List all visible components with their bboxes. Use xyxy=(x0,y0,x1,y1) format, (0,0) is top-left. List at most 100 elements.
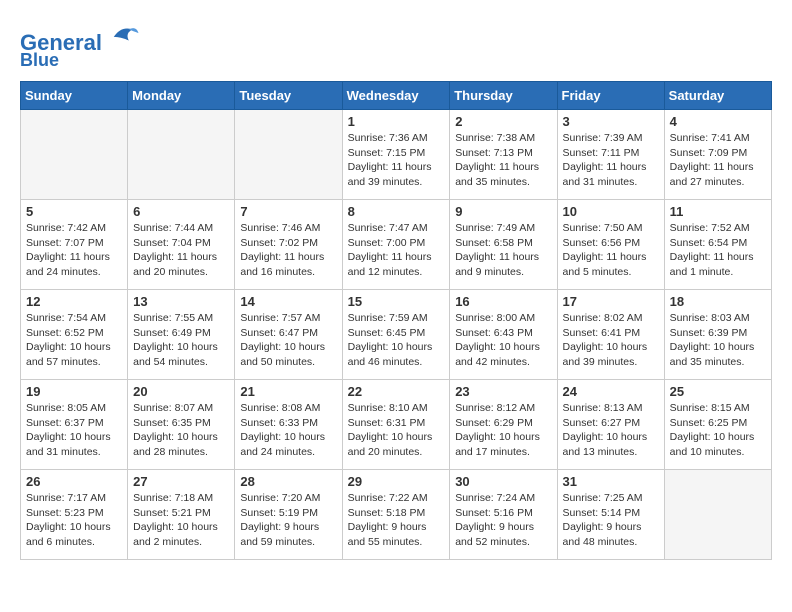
calendar-week-4: 19 Sunrise: 8:05 AM Sunset: 6:37 PM Dayli… xyxy=(21,379,772,469)
day-number: 24 xyxy=(563,384,659,399)
calendar-cell: 12 Sunrise: 7:54 AM Sunset: 6:52 PM Dayli… xyxy=(21,289,128,379)
day-info: Sunrise: 8:13 AM Sunset: 6:27 PM Dayligh… xyxy=(563,401,659,460)
calendar-cell: 9Sunrise: 7:49 AM Sunset: 6:58 PM Daylig… xyxy=(450,199,557,289)
weekday-header-wednesday: Wednesday xyxy=(342,81,450,109)
day-number: 1 xyxy=(348,114,445,129)
day-info: Sunrise: 7:18 AM Sunset: 5:21 PM Dayligh… xyxy=(133,491,229,550)
calendar-cell: 28 Sunrise: 7:20 AM Sunset: 5:19 PM Dayli… xyxy=(235,469,342,559)
weekday-header-thursday: Thursday xyxy=(450,81,557,109)
day-info: Sunrise: 7:38 AM Sunset: 7:13 PM Dayligh… xyxy=(455,131,551,190)
day-number: 15 xyxy=(348,294,445,309)
day-info: Sunrise: 7:41 AM Sunset: 7:09 PM Dayligh… xyxy=(670,131,766,190)
day-info: Sunrise: 7:52 AM Sunset: 6:54 PM Dayligh… xyxy=(670,221,766,280)
day-number: 21 xyxy=(240,384,336,399)
calendar-header-row: SundayMondayTuesdayWednesdayThursdayFrid… xyxy=(21,81,772,109)
day-number: 12 xyxy=(26,294,122,309)
day-info: Sunrise: 7:39 AM Sunset: 7:11 PM Dayligh… xyxy=(563,131,659,190)
day-info: Sunrise: 7:20 AM Sunset: 5:19 PM Dayligh… xyxy=(240,491,336,550)
day-number: 8 xyxy=(348,204,445,219)
calendar-cell: 29 Sunrise: 7:22 AM Sunset: 5:18 PM Dayli… xyxy=(342,469,450,559)
calendar-cell: 19 Sunrise: 8:05 AM Sunset: 6:37 PM Dayli… xyxy=(21,379,128,469)
day-info: Sunrise: 8:08 AM Sunset: 6:33 PM Dayligh… xyxy=(240,401,336,460)
day-info: Sunrise: 8:15 AM Sunset: 6:25 PM Dayligh… xyxy=(670,401,766,460)
calendar-cell: 20Sunrise: 8:07 AM Sunset: 6:35 PM Dayli… xyxy=(128,379,235,469)
calendar-cell: 2 Sunrise: 7:38 AM Sunset: 7:13 PM Daylig… xyxy=(450,109,557,199)
day-number: 4 xyxy=(670,114,766,129)
calendar-cell: 10 Sunrise: 7:50 AM Sunset: 6:56 PM Dayli… xyxy=(557,199,664,289)
weekday-header-friday: Friday xyxy=(557,81,664,109)
day-info: Sunrise: 8:12 AM Sunset: 6:29 PM Dayligh… xyxy=(455,401,551,460)
day-number: 6 xyxy=(133,204,229,219)
day-number: 16 xyxy=(455,294,551,309)
day-info: Sunrise: 8:10 AM Sunset: 6:31 PM Dayligh… xyxy=(348,401,445,460)
day-number: 17 xyxy=(563,294,659,309)
calendar-cell: 16 Sunrise: 8:00 AM Sunset: 6:43 PM Dayli… xyxy=(450,289,557,379)
weekday-header-sunday: Sunday xyxy=(21,81,128,109)
calendar-cell: 24 Sunrise: 8:13 AM Sunset: 6:27 PM Dayli… xyxy=(557,379,664,469)
day-number: 2 xyxy=(455,114,551,129)
day-info: Sunrise: 7:49 AM Sunset: 6:58 PM Dayligh… xyxy=(455,221,551,280)
weekday-header-saturday: Saturday xyxy=(664,81,771,109)
calendar-cell xyxy=(235,109,342,199)
day-info: Sunrise: 8:00 AM Sunset: 6:43 PM Dayligh… xyxy=(455,311,551,370)
calendar-body: 1 Sunrise: 7:36 AM Sunset: 7:15 PM Daylig… xyxy=(21,109,772,559)
calendar-cell: 23 Sunrise: 8:12 AM Sunset: 6:29 PM Dayli… xyxy=(450,379,557,469)
weekday-header-tuesday: Tuesday xyxy=(235,81,342,109)
calendar-cell: 5Sunrise: 7:42 AM Sunset: 7:07 PM Daylig… xyxy=(21,199,128,289)
calendar-cell: 18 Sunrise: 8:03 AM Sunset: 6:39 PM Dayli… xyxy=(664,289,771,379)
calendar-cell: 1 Sunrise: 7:36 AM Sunset: 7:15 PM Daylig… xyxy=(342,109,450,199)
calendar-cell: 6 Sunrise: 7:44 AM Sunset: 7:04 PM Daylig… xyxy=(128,199,235,289)
day-number: 28 xyxy=(240,474,336,489)
day-info: Sunrise: 8:02 AM Sunset: 6:41 PM Dayligh… xyxy=(563,311,659,370)
day-number: 25 xyxy=(670,384,766,399)
calendar-cell: 14Sunrise: 7:57 AM Sunset: 6:47 PM Dayli… xyxy=(235,289,342,379)
day-info: Sunrise: 7:46 AM Sunset: 7:02 PM Dayligh… xyxy=(240,221,336,280)
day-number: 31 xyxy=(563,474,659,489)
calendar-week-5: 26Sunrise: 7:17 AM Sunset: 5:23 PM Dayli… xyxy=(21,469,772,559)
day-number: 18 xyxy=(670,294,766,309)
logo: General Blue xyxy=(20,20,140,71)
calendar-cell: 4 Sunrise: 7:41 AM Sunset: 7:09 PM Daylig… xyxy=(664,109,771,199)
calendar-cell: 7 Sunrise: 7:46 AM Sunset: 7:02 PM Daylig… xyxy=(235,199,342,289)
day-number: 10 xyxy=(563,204,659,219)
day-info: Sunrise: 7:47 AM Sunset: 7:00 PM Dayligh… xyxy=(348,221,445,280)
day-number: 20 xyxy=(133,384,229,399)
weekday-header-monday: Monday xyxy=(128,81,235,109)
day-number: 19 xyxy=(26,384,122,399)
calendar-week-3: 12 Sunrise: 7:54 AM Sunset: 6:52 PM Dayli… xyxy=(21,289,772,379)
calendar-cell: 22Sunrise: 8:10 AM Sunset: 6:31 PM Dayli… xyxy=(342,379,450,469)
day-number: 7 xyxy=(240,204,336,219)
calendar-cell: 26Sunrise: 7:17 AM Sunset: 5:23 PM Dayli… xyxy=(21,469,128,559)
calendar-cell: 11 Sunrise: 7:52 AM Sunset: 6:54 PM Dayli… xyxy=(664,199,771,289)
day-info: Sunrise: 7:59 AM Sunset: 6:45 PM Dayligh… xyxy=(348,311,445,370)
day-info: Sunrise: 7:36 AM Sunset: 7:15 PM Dayligh… xyxy=(348,131,445,190)
calendar-cell: 31 Sunrise: 7:25 AM Sunset: 5:14 PM Dayli… xyxy=(557,469,664,559)
day-info: Sunrise: 7:54 AM Sunset: 6:52 PM Dayligh… xyxy=(26,311,122,370)
calendar-cell: 27 Sunrise: 7:18 AM Sunset: 5:21 PM Dayli… xyxy=(128,469,235,559)
day-number: 29 xyxy=(348,474,445,489)
day-info: Sunrise: 7:44 AM Sunset: 7:04 PM Dayligh… xyxy=(133,221,229,280)
day-number: 13 xyxy=(133,294,229,309)
calendar-cell: 13 Sunrise: 7:55 AM Sunset: 6:49 PM Dayli… xyxy=(128,289,235,379)
page-header: General Blue xyxy=(20,20,772,71)
calendar-cell: 30 Sunrise: 7:24 AM Sunset: 5:16 PM Dayli… xyxy=(450,469,557,559)
day-info: Sunrise: 7:50 AM Sunset: 6:56 PM Dayligh… xyxy=(563,221,659,280)
calendar-week-2: 5Sunrise: 7:42 AM Sunset: 7:07 PM Daylig… xyxy=(21,199,772,289)
calendar-week-1: 1 Sunrise: 7:36 AM Sunset: 7:15 PM Daylig… xyxy=(21,109,772,199)
day-number: 30 xyxy=(455,474,551,489)
day-number: 14 xyxy=(240,294,336,309)
calendar-cell: 8 Sunrise: 7:47 AM Sunset: 7:00 PM Daylig… xyxy=(342,199,450,289)
calendar-cell: 17 Sunrise: 8:02 AM Sunset: 6:41 PM Dayli… xyxy=(557,289,664,379)
day-number: 5 xyxy=(26,204,122,219)
day-info: Sunrise: 7:25 AM Sunset: 5:14 PM Dayligh… xyxy=(563,491,659,550)
day-info: Sunrise: 8:03 AM Sunset: 6:39 PM Dayligh… xyxy=(670,311,766,370)
day-info: Sunrise: 7:17 AM Sunset: 5:23 PM Dayligh… xyxy=(26,491,122,550)
day-info: Sunrise: 8:05 AM Sunset: 6:37 PM Dayligh… xyxy=(26,401,122,460)
day-info: Sunrise: 7:22 AM Sunset: 5:18 PM Dayligh… xyxy=(348,491,445,550)
day-number: 23 xyxy=(455,384,551,399)
day-info: Sunrise: 7:24 AM Sunset: 5:16 PM Dayligh… xyxy=(455,491,551,550)
day-number: 27 xyxy=(133,474,229,489)
day-info: Sunrise: 7:55 AM Sunset: 6:49 PM Dayligh… xyxy=(133,311,229,370)
day-number: 11 xyxy=(670,204,766,219)
calendar-cell xyxy=(128,109,235,199)
